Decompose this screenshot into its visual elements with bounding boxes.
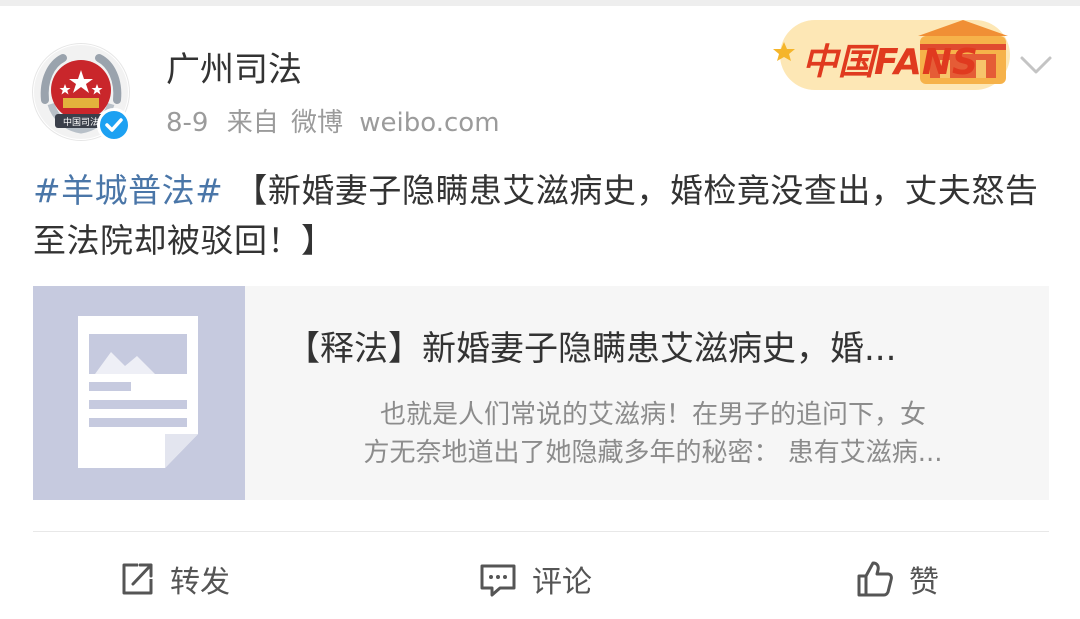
article-card[interactable]: 【释法】新婚妻子隐瞒患艾滋病史，婚... 也就是人们常说的艾滋病！在男子的追问下… [33,286,1049,500]
like-label: 赞 [909,565,939,600]
like-button[interactable]: 赞 [855,555,939,603]
article-desc-line: 也就是人们常说的艾滋病！在男子的追问下，女 [379,400,926,430]
comment-icon [480,564,516,597]
top-bar [0,0,1080,6]
post-text: #羊城普法# 【新婚妻子隐瞒患艾滋病史，婚检竟没查出，丈夫怒告至法院却被驳回！】 [33,166,1053,266]
china-fans-badge[interactable]: 中国FANS [770,14,1014,94]
forward-icon [122,563,153,595]
comment-label: 评论 [532,565,592,600]
hashtag-link[interactable]: #羊城普法# [33,171,223,210]
divider [33,531,1049,532]
post-meta: 8-9 来自 微博 weibo.com [166,106,510,140]
source-prefix: 来自 [226,108,279,138]
verified-icon [97,108,131,142]
article-description: 也就是人们常说的艾滋病！在男子的追问下，女 方无奈地道出了她隐藏多年的秘密： 患… [273,396,1033,472]
post-date: 8-9 [166,108,209,138]
article-thumbnail [33,286,245,500]
forward-label: 转发 [170,565,230,600]
comment-button[interactable]: 评论 [478,555,592,603]
source-domain[interactable]: weibo.com [359,108,499,138]
like-icon [857,561,893,597]
article-placeholder-icon [78,316,198,468]
badge-text: 中国FANS [802,42,978,83]
article-title: 【释法】新婚妻子隐瞒患艾滋病史，婚... [286,329,897,369]
emblem-label: 中国司法 [63,116,99,128]
source-app[interactable]: 微博 [291,108,343,138]
forward-button[interactable]: 转发 [118,555,230,603]
article-desc-line: 方无奈地道出了她隐藏多年的秘密： 患有艾滋病... [363,438,943,468]
username[interactable]: 广州司法 [166,48,302,92]
chevron-down-icon[interactable] [1018,52,1054,78]
